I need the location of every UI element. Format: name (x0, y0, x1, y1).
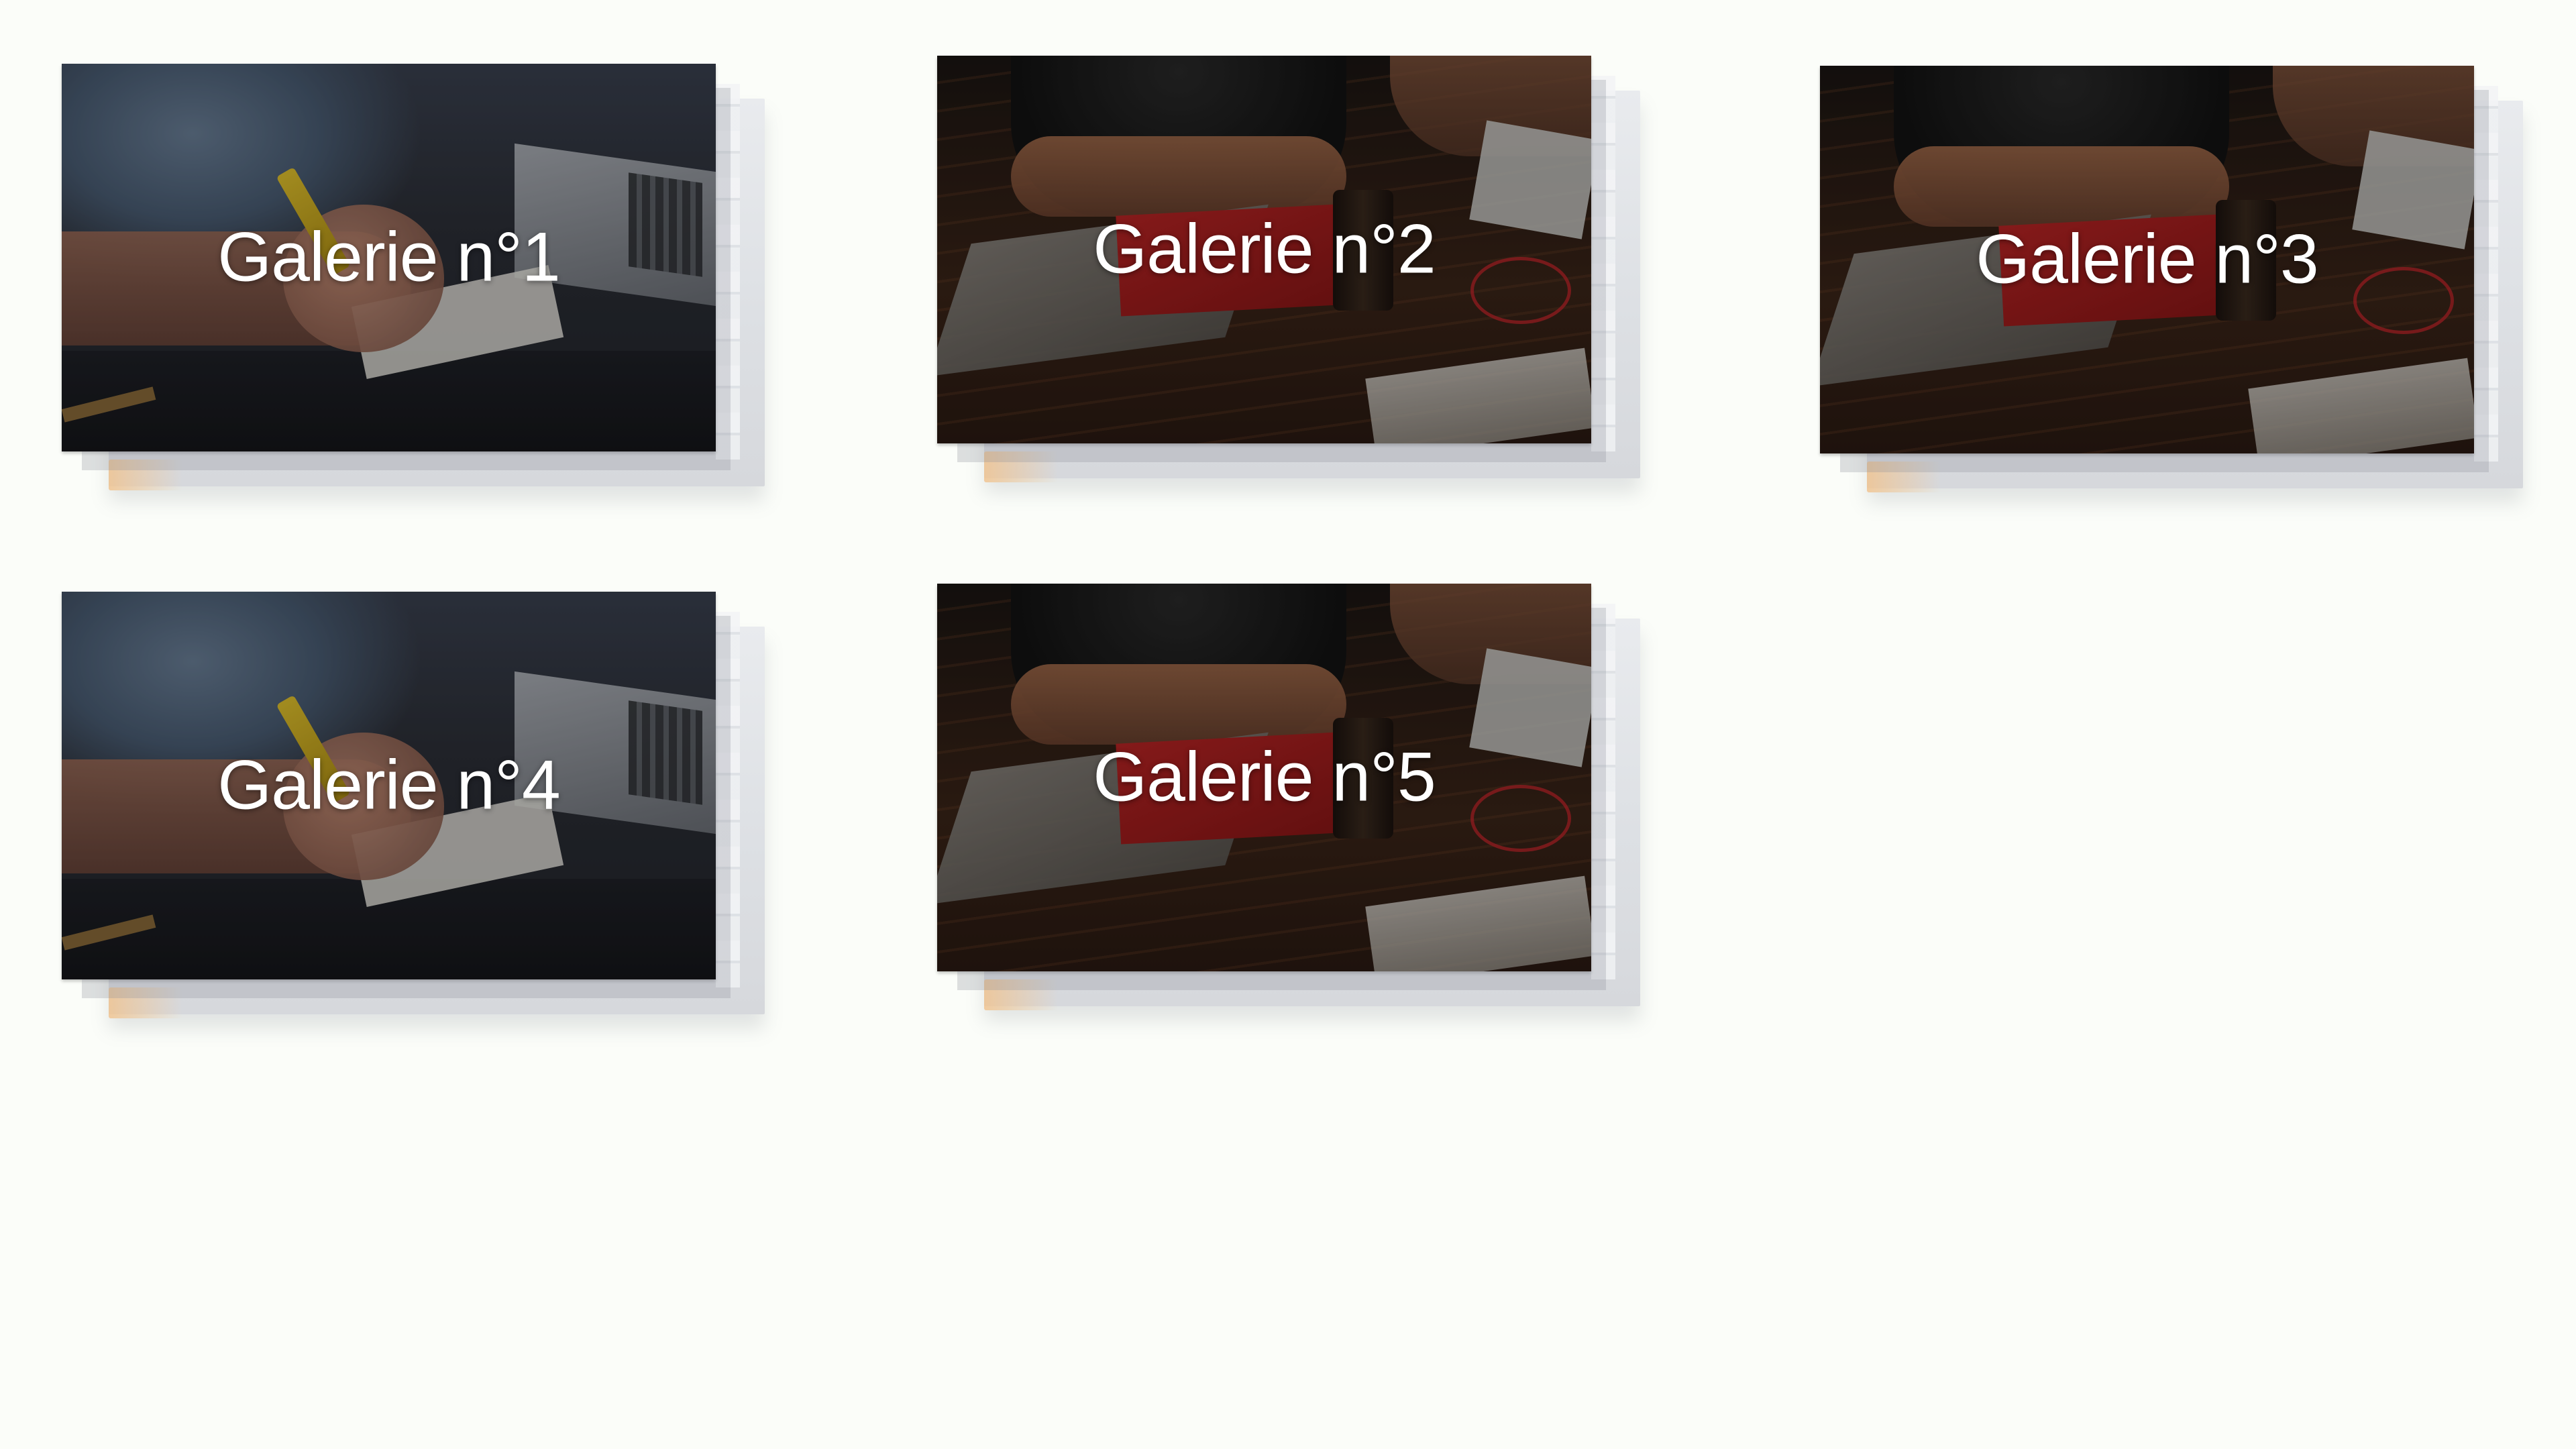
gallery-card-4[interactable]: Galerie n°4 (62, 592, 765, 1018)
card-accent (984, 979, 1058, 1010)
card-cover[interactable]: Galerie n°2 (937, 56, 1591, 443)
card-cover[interactable]: Galerie n°1 (62, 64, 716, 451)
gallery-title[interactable]: Galerie n°1 (62, 218, 716, 298)
card-accent (984, 451, 1058, 482)
card-stack-edge (2474, 86, 2498, 462)
gallery-title[interactable]: Galerie n°5 (937, 738, 1591, 818)
card-stack-edge (1591, 604, 1615, 979)
card-accent (109, 460, 182, 490)
card-stack-edge (716, 84, 740, 460)
gallery-card-3[interactable]: Galerie n°3 (1820, 66, 2523, 492)
gallery-title[interactable]: Galerie n°2 (937, 210, 1591, 290)
card-cover[interactable]: Galerie n°3 (1820, 66, 2474, 453)
gallery-title[interactable]: Galerie n°3 (1820, 220, 2474, 300)
gallery-title[interactable]: Galerie n°4 (62, 746, 716, 826)
card-stack-edge (1591, 76, 1615, 451)
card-cover[interactable]: Galerie n°5 (937, 584, 1591, 971)
gallery-card-1[interactable]: Galerie n°1 (62, 64, 765, 490)
gallery-card-5[interactable]: Galerie n°5 (937, 584, 1640, 1010)
gallery-card-2[interactable]: Galerie n°2 (937, 56, 1640, 482)
card-cover[interactable]: Galerie n°4 (62, 592, 716, 979)
card-accent (109, 987, 182, 1018)
card-stack-edge (716, 612, 740, 987)
gallery-grid: Galerie n°1 Galerie n°2 Galerie n°3 Gale… (0, 0, 2576, 1449)
card-accent (1867, 462, 1941, 492)
